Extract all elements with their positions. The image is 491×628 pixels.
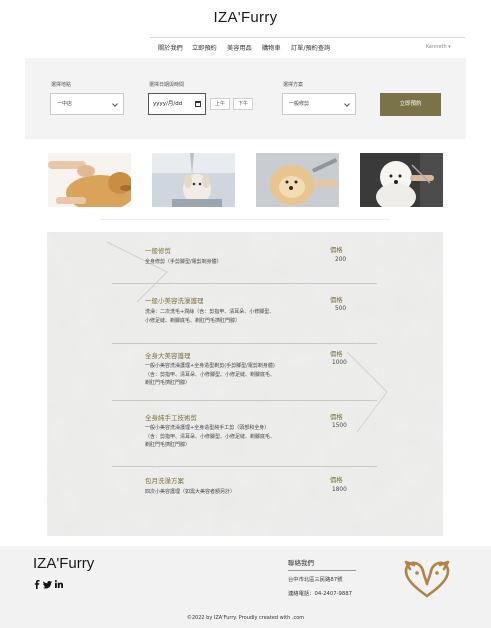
- photo-bichon-trim: [360, 153, 443, 207]
- nav-item-orders[interactable]: 訂單/預約查詢: [291, 43, 330, 52]
- am-button[interactable]: 上午: [210, 98, 230, 110]
- service-title: 一般小美容洗澡護理: [145, 297, 204, 305]
- contact-phone: 連絡電話：04-2407-9887: [288, 591, 353, 597]
- chevron-down-icon: [344, 101, 350, 107]
- service-desc: 一般小美容洗澡護理+全身造型純手工剪（頭部和全身）（含：剪指甲、清耳朵、小修腳型…: [145, 425, 276, 448]
- service-title: 全身純手工技術剪: [145, 414, 197, 422]
- date-input[interactable]: yyyy/月/dd: [148, 93, 206, 115]
- service-desc: 一般小美容洗澡護理+全身造型剃剪(手剪腳型/電剪剃身體)（含：剪指甲、清耳朵、小…: [145, 363, 276, 386]
- service-title: 一般修剪: [145, 247, 171, 255]
- contact-underline: [288, 570, 356, 571]
- plan-value: 一般修剪: [289, 101, 310, 107]
- brand-logo-icon: [400, 556, 454, 602]
- nav-item-book[interactable]: 立即預約: [192, 43, 217, 52]
- photo-white-dog-bath: [152, 153, 235, 207]
- price-label: 價格: [330, 247, 343, 254]
- service-desc: 四次小美容護理（如需大美容者額另計）: [145, 489, 236, 495]
- date-label: 選擇日期與時間: [149, 82, 185, 88]
- nav-divider: [150, 37, 465, 38]
- price-value: 1800: [332, 487, 347, 493]
- price-value: 500: [335, 306, 347, 312]
- price-label: 價格: [330, 351, 343, 358]
- service-desc: 洗澡：二次洗毛+潤絲（含：剪指甲、清耳朵、小修腳型、小修足縫、剃腳底毛、剃肛門毛…: [145, 309, 275, 324]
- service-divider: [112, 400, 377, 401]
- calendar-icon[interactable]: [195, 101, 201, 107]
- footer-brand[interactable]: IZA'Furry: [33, 555, 94, 572]
- plan-label: 選擇方案: [283, 82, 304, 88]
- price-value: 1000: [332, 360, 347, 366]
- price-label: 價格: [330, 477, 343, 484]
- price-value: 1500: [332, 423, 347, 429]
- services-panel: 一般修剪 全身修剪（手剪腳型/電剪剃身體） 價格 200 一般小美容洗澡護理 洗…: [47, 232, 443, 536]
- service-title: 包月洗澡方案: [145, 477, 184, 485]
- book-now-button[interactable]: 立即預約: [380, 93, 441, 116]
- user-menu[interactable]: Kenneth ▾: [426, 44, 451, 50]
- nav-item-products[interactable]: 美容用品: [227, 43, 252, 52]
- copyright-text: ©2022 by IZA'Furry. Proudly created with…: [186, 615, 305, 621]
- main-nav: 關於我們 立即預約 美容用品 購物車 訂單/預約查詢: [0, 43, 491, 55]
- contact-address: 台中市北區三民路87號: [288, 577, 343, 583]
- date-placeholder: yyyy/月/dd: [153, 101, 183, 107]
- service-divider: [112, 466, 377, 467]
- service-divider: [112, 283, 377, 284]
- nav-item-about[interactable]: 關於我們: [158, 43, 183, 52]
- photo-groomed-dog: [256, 153, 339, 207]
- location-value: 一中店: [57, 101, 73, 107]
- linkedin-icon[interactable]: [54, 580, 63, 590]
- price-label: 價格: [330, 414, 343, 421]
- photo-golden-retriever: [48, 153, 131, 207]
- service-divider: [112, 343, 377, 344]
- nav-item-cart[interactable]: 購物車: [262, 43, 281, 52]
- site-title[interactable]: IZA'Furry: [0, 9, 491, 26]
- facebook-icon[interactable]: [34, 580, 40, 590]
- service-desc: 全身修剪（手剪腳型/電剪剃身體）: [145, 259, 222, 265]
- location-select[interactable]: 一中店: [50, 93, 124, 115]
- location-label: 選擇地點: [51, 82, 72, 88]
- price-value: 200: [335, 257, 347, 263]
- section-divider: [100, 219, 390, 220]
- contact-title: 聯絡我們: [288, 559, 314, 567]
- booking-panel: 選擇地點 一中店 選擇日期與時間 yyyy/月/dd 上午 下午 選擇方案 一般…: [25, 58, 466, 139]
- pm-button[interactable]: 下午: [233, 98, 253, 110]
- price-label: 價格: [330, 297, 343, 304]
- service-title: 全身大美容護理: [145, 352, 191, 360]
- chevron-down-icon: [112, 101, 118, 107]
- plan-select[interactable]: 一般修剪: [282, 93, 356, 115]
- twitter-icon[interactable]: [43, 580, 52, 590]
